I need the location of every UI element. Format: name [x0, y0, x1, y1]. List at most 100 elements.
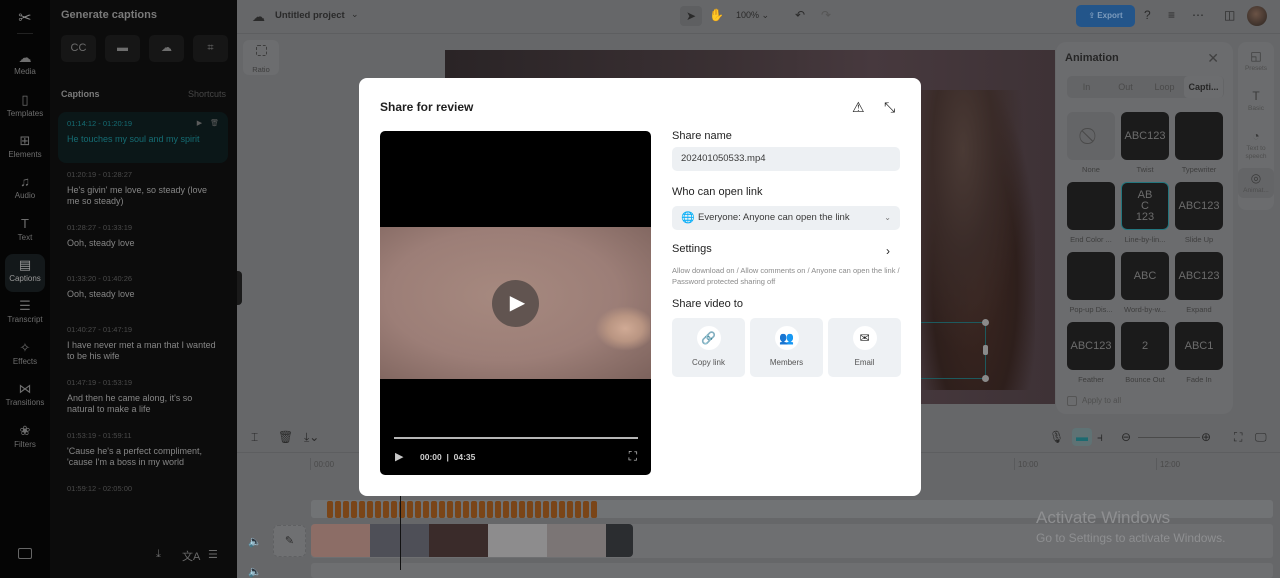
share-name-input[interactable]: 202401050533.mp4	[672, 147, 900, 171]
caption-clip[interactable]	[463, 501, 469, 518]
fit-screen-icon[interactable]: ⛶	[1234, 430, 1242, 445]
animation-tile[interactable]: ABC123	[1067, 322, 1115, 370]
rail-item-transcript[interactable]: ☰ Transcript	[5, 295, 45, 333]
tool-texttospeech[interactable]: ◔ Text to speech	[1238, 126, 1274, 164]
edit-cover-button[interactable]: ✎	[273, 525, 306, 557]
caption-item[interactable]: 01:20:19 - 01:28:27 He's givin' me love, …	[58, 163, 228, 216]
animation-tile[interactable]	[1067, 252, 1115, 300]
chevron-down-icon[interactable]: ⌄	[351, 9, 359, 20]
rail-item-audio[interactable]: ♫ Audio	[5, 171, 45, 209]
caption-clip[interactable]	[479, 501, 485, 518]
avatar[interactable]	[1247, 6, 1267, 26]
animation-tile[interactable]: 2	[1121, 322, 1169, 370]
caption-clip[interactable]	[327, 501, 333, 518]
caption-clip[interactable]	[551, 501, 557, 518]
video-clip[interactable]	[311, 524, 633, 557]
mute-audio-icon[interactable]: 🔈	[248, 565, 262, 578]
ratio-button[interactable]: Ratio	[243, 40, 279, 75]
rail-item-captions[interactable]: ▤ Captions	[5, 254, 45, 292]
caption-text[interactable]: Ooh, steady love	[67, 238, 219, 249]
animation-tile[interactable]	[1067, 182, 1115, 230]
play-icon[interactable]: ▶	[395, 450, 403, 463]
rail-item-filters[interactable]: ❀ Filters	[5, 420, 45, 458]
caption-clip[interactable]	[423, 501, 429, 518]
manual-captions-button[interactable]: ▬	[105, 35, 140, 62]
caption-item[interactable]: 01:14:12 - 01:20:19 He touches my soul an…	[58, 112, 228, 163]
caption-clip[interactable]	[455, 501, 461, 518]
export-button[interactable]: ⇪ Export	[1076, 5, 1135, 27]
rail-item-elements[interactable]: ⊞ Elements	[5, 130, 45, 168]
caption-text[interactable]: Ooh, steady love	[67, 289, 219, 300]
caption-clip[interactable]	[535, 501, 541, 518]
chevron-right-icon[interactable]: ›	[886, 244, 890, 258]
caption-clip[interactable]	[375, 501, 381, 518]
caption-clips[interactable]	[327, 501, 597, 518]
animation-tile[interactable]: ABC1	[1175, 322, 1223, 370]
delete-icon[interactable]: 🗑	[210, 120, 219, 127]
caption-clip[interactable]	[519, 501, 525, 518]
auto-captions-button[interactable]: CC	[61, 35, 96, 62]
copy-link-option[interactable]: 🔗 Copy link	[672, 318, 745, 377]
delete-icon[interactable]: 🗑	[278, 430, 293, 444]
split-icon[interactable]: ⌶	[251, 430, 258, 445]
caption-clip[interactable]	[567, 501, 573, 518]
caption-clip[interactable]	[559, 501, 565, 518]
caption-clip[interactable]	[487, 501, 493, 518]
caption-clip[interactable]	[591, 501, 597, 518]
caption-clip[interactable]	[415, 501, 421, 518]
checkbox-icon[interactable]	[1067, 396, 1077, 406]
animation-tile[interactable]: ABC	[1121, 252, 1169, 300]
caption-clip[interactable]	[527, 501, 533, 518]
caption-text[interactable]: I have never met a man that I wanted to …	[67, 340, 219, 362]
search-replace-icon[interactable]: ☰	[208, 548, 218, 561]
resize-handle[interactable]	[982, 319, 989, 326]
preview-icon[interactable]: 🖵	[1255, 430, 1267, 445]
caption-clip[interactable]	[503, 501, 509, 518]
layout-toggle-icon[interactable]: ◫	[1224, 8, 1235, 22]
help-icon[interactable]: ?	[1144, 8, 1151, 22]
more-icon[interactable]: ⋯	[1192, 8, 1204, 22]
caption-clip[interactable]	[383, 501, 389, 518]
zoom-out-icon[interactable]: ⊖	[1121, 430, 1131, 444]
microphone-icon[interactable]: 🎙	[1049, 430, 1064, 444]
rail-item-transitions[interactable]: ⋈ Transitions	[5, 378, 45, 416]
play-icon[interactable]: ▶	[197, 120, 202, 127]
caption-clip[interactable]	[431, 501, 437, 518]
video-progress-bar[interactable]	[394, 437, 638, 439]
animation-tile[interactable]: ABC123	[1121, 112, 1169, 160]
caption-text[interactable]: 'Cause he's a perfect compliment, 'cause…	[67, 446, 219, 468]
scan-captions-button[interactable]: ⌗	[193, 35, 228, 62]
animation-tile[interactable]: ⃠	[1067, 112, 1115, 160]
caption-text[interactable]: He's givin' me love, so steady (love me …	[67, 185, 219, 207]
animation-tile[interactable]: ABC123	[1175, 182, 1223, 230]
tool-animat[interactable]: ◎ Animat...	[1238, 168, 1274, 198]
audio-track[interactable]	[311, 563, 1273, 578]
redo-icon[interactable]: ↷	[821, 8, 831, 22]
caption-clip[interactable]	[335, 501, 341, 518]
tool-basic[interactable]: T Basic	[1238, 86, 1274, 116]
caption-text[interactable]: And then he came along, it's so natural …	[67, 393, 219, 415]
caption-clip[interactable]	[439, 501, 445, 518]
apply-to-all-checkbox[interactable]: Apply to all	[1067, 396, 1121, 406]
caption-clip[interactable]	[391, 501, 397, 518]
download-icon[interactable]: ⤓⌄	[304, 430, 319, 445]
caption-clip[interactable]	[471, 501, 477, 518]
caption-clip[interactable]	[511, 501, 517, 518]
caption-item[interactable]: 01:53:19 - 01:59:11 'Cause he's a perfect…	[58, 424, 228, 477]
settings-label[interactable]: Settings	[672, 243, 712, 255]
caption-clip[interactable]	[407, 501, 413, 518]
tool-presets[interactable]: ◱ Presets	[1238, 46, 1274, 76]
translate-icon[interactable]: 文A	[182, 548, 200, 564]
download-captions-icon[interactable]: ⤓	[156, 548, 161, 561]
tab-capti[interactable]: Capti...	[1184, 76, 1223, 98]
caption-clip[interactable]	[495, 501, 501, 518]
animation-tile[interactable]: AB C 123	[1121, 182, 1169, 230]
caption-clip[interactable]	[575, 501, 581, 518]
members-option[interactable]: 👥 Members	[750, 318, 823, 377]
project-name[interactable]: Untitled project	[275, 10, 345, 21]
caption-item[interactable]: 01:59:12 - 02:05:00	[58, 477, 228, 528]
email-option[interactable]: ✉ Email	[828, 318, 901, 377]
resize-handle[interactable]	[983, 345, 988, 355]
zoom-slider[interactable]	[1138, 437, 1200, 438]
rail-item-text[interactable]: T Text	[5, 213, 45, 251]
